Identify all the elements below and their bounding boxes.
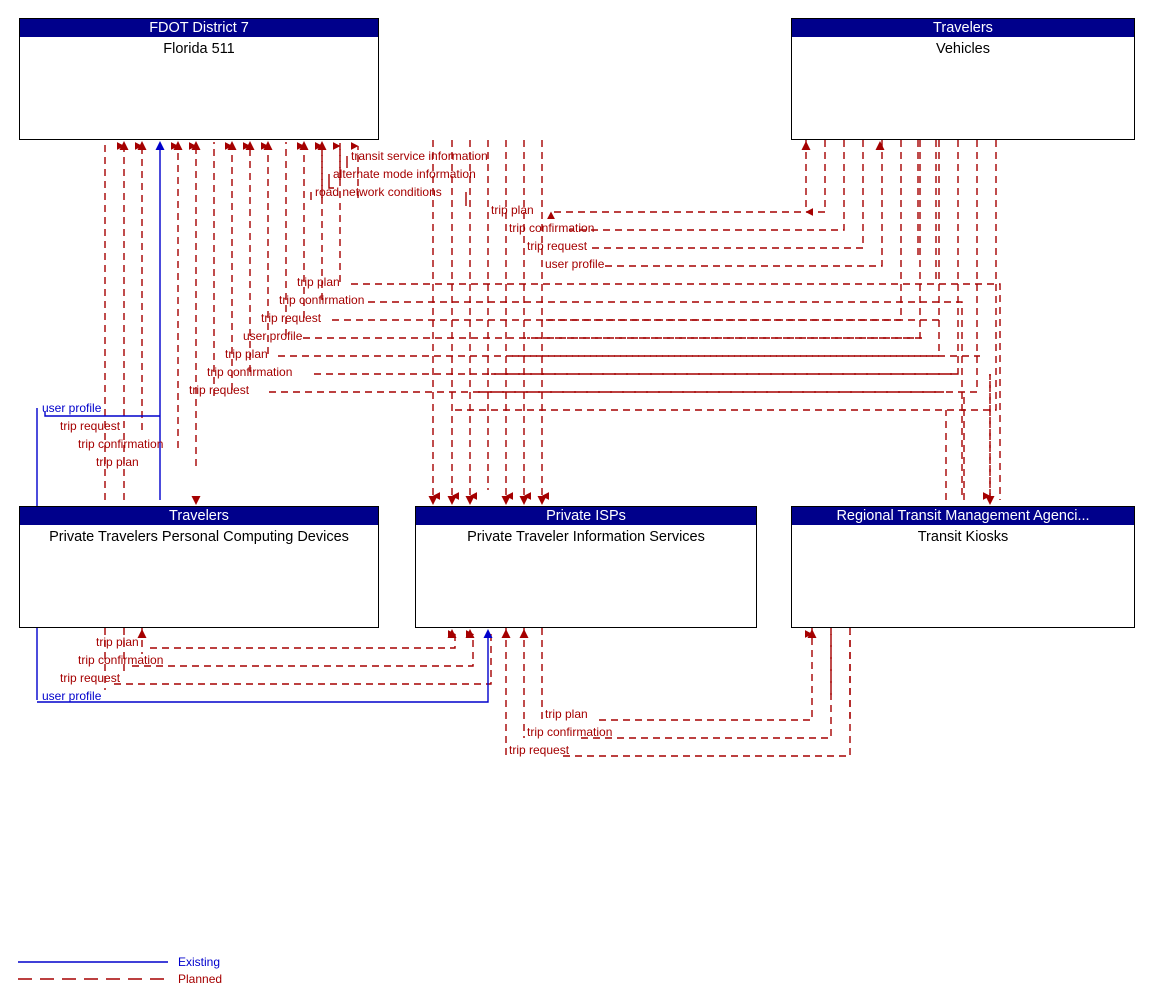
flow-label: trip confirmation (78, 653, 164, 667)
flow-label: user profile (42, 401, 102, 415)
node-stakeholder-label: Travelers (792, 19, 1134, 37)
node-element-label: Vehicles (935, 41, 990, 57)
flow-label: trip plan (96, 455, 139, 469)
flow-label: user profile (545, 257, 605, 271)
diagram-canvas: FDOT District 7 Florida 511 Travelers Ve… (0, 0, 1150, 1007)
flow-label: trip confirmation (527, 725, 613, 739)
flow-label: trip confirmation (509, 221, 595, 235)
node-stakeholder-label: FDOT District 7 (20, 19, 378, 37)
node-element-label: Private Traveler Information Services (467, 529, 705, 545)
flow-label: user profile (42, 689, 102, 703)
connection-wires (36, 140, 1001, 757)
node-travelers-personal-computing-devices[interactable]: Travelers Private Travelers Personal Com… (19, 506, 379, 628)
node-stakeholder-label: Private ISPs (416, 507, 756, 525)
arrowheads-into-fdot (119, 141, 327, 150)
flow-label: trip confirmation (207, 365, 293, 379)
legend-planned-label: Planned (178, 972, 223, 986)
flow-label: trip plan (225, 347, 268, 361)
flow-label: alternate mode information (333, 167, 476, 181)
node-private-isps-traveler-information-services[interactable]: Private ISPs Private Traveler Informatio… (415, 506, 757, 628)
flow-label: trip request (60, 419, 121, 433)
node-stakeholder-label: Travelers (20, 507, 378, 525)
node-element-label: Transit Kiosks (917, 529, 1009, 545)
flow-label: trip request (60, 671, 121, 685)
flow-label: trip confirmation (78, 437, 164, 451)
flow-label: road network conditions (315, 185, 442, 199)
node-element-label: Private Travelers Personal Computing Dev… (49, 529, 349, 545)
flow-label: trip plan (491, 203, 534, 217)
flow-label: user profile (243, 329, 303, 343)
node-regional-transit-management-agencies-transit-kiosks[interactable]: Regional Transit Management Agenci... Tr… (791, 506, 1135, 628)
legend-existing-label: Existing (178, 955, 221, 969)
flow-label: trip plan (545, 707, 588, 721)
flow-label: trip plan (297, 275, 340, 289)
node-stakeholder-label: Regional Transit Management Agenci... (792, 507, 1134, 525)
node-travelers-vehicles[interactable]: Travelers Vehicles (791, 18, 1135, 140)
flow-label: trip request (261, 311, 322, 325)
flow-label: trip confirmation (279, 293, 365, 307)
flow-label: transit service information (351, 149, 488, 163)
arrowheads-down (191, 496, 995, 505)
flow-label: trip request (527, 239, 588, 253)
flow-label: trip plan (96, 635, 139, 649)
flow-label: trip request (509, 743, 570, 757)
node-element-label: Florida 511 (163, 41, 235, 57)
node-fdot-florida511[interactable]: FDOT District 7 Florida 511 (19, 18, 379, 140)
legend-lines (18, 961, 168, 980)
flow-label: trip request (189, 383, 250, 397)
